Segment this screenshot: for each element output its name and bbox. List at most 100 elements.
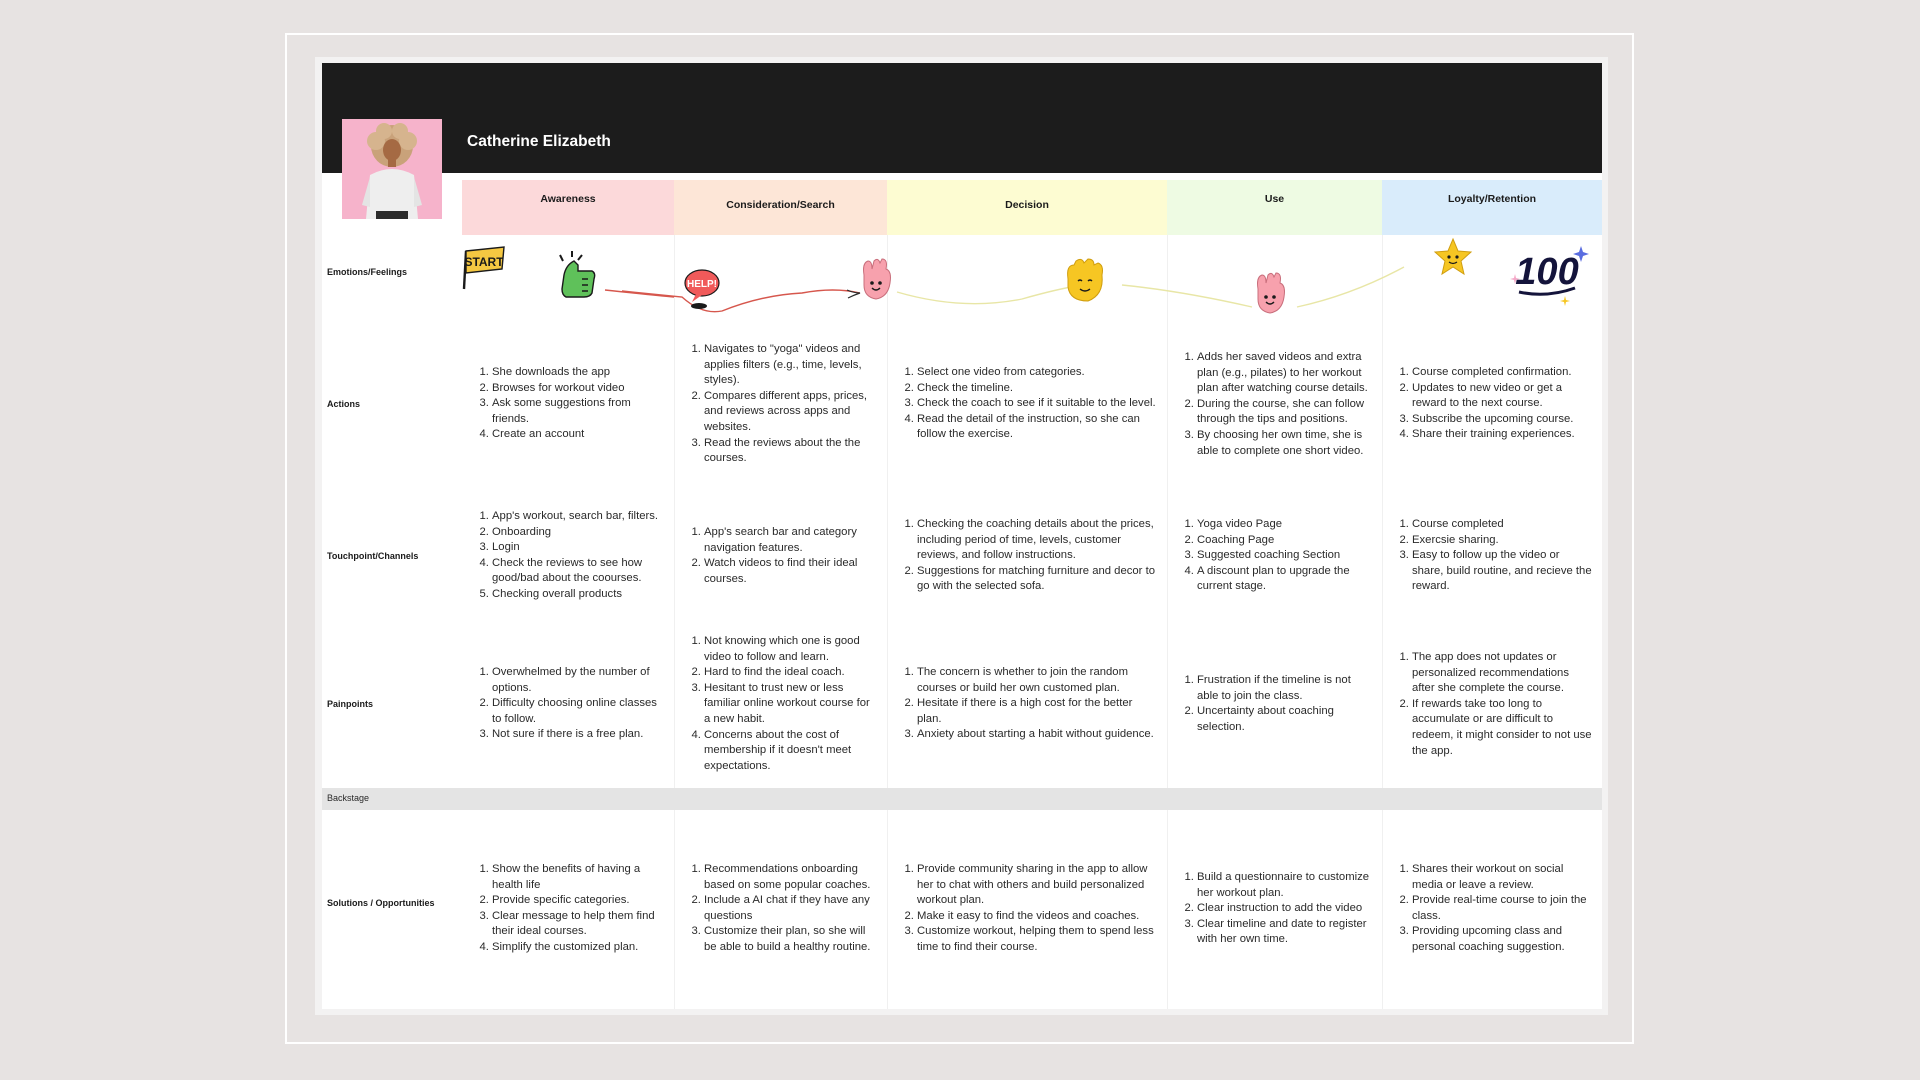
hundred-points-text: 100 (1515, 251, 1578, 293)
list-item: Include a AI chat if they have any quest… (704, 893, 879, 924)
painpoints-cell: The app does not updates or personalized… (1382, 650, 1602, 759)
painpoints-cell: The concern is whether to join the rando… (887, 665, 1167, 743)
list-item: Login (492, 540, 666, 556)
list-item: Adds her saved videos and extra plan (e.… (1197, 350, 1374, 397)
list-item: Customize their plan, so she will be abl… (704, 924, 879, 955)
actions-cell: She downloads the appBrowses for workout… (462, 365, 674, 443)
solutions-cell: Recommendations onboarding based on some… (674, 862, 887, 956)
list-item: Uncertainty about coaching selection. (1197, 704, 1374, 735)
painpoints-cell: Overwhelmed by the number of options.Dif… (462, 665, 674, 743)
phase-awareness: Awareness (462, 180, 674, 235)
row-label-painpoints: Painpoints (327, 699, 374, 709)
list-item: Customize workout, helping them to spend… (917, 924, 1159, 955)
list-item: Check the timeline. (917, 381, 1159, 397)
list-item: Course completed confirmation. (1412, 365, 1594, 381)
list-item: Select one video from categories. (917, 365, 1159, 381)
solutions-list: Recommendations onboarding based on some… (674, 862, 879, 956)
phase-label: Consideration/Search (726, 199, 835, 211)
header-bar (322, 63, 1602, 173)
list-item: Checking overall products (492, 587, 666, 603)
list-item: Frustration if the timeline is not able … (1197, 673, 1374, 704)
list-item: Exercsie sharing. (1412, 533, 1594, 549)
painpoints-list: The app does not updates or personalized… (1382, 650, 1594, 759)
list-item: The concern is whether to join the rando… (917, 665, 1159, 696)
list-item: If rewards take too long to accumulate o… (1412, 697, 1594, 759)
list-item: Coaching Page (1197, 533, 1374, 549)
ok-hand-icon (863, 258, 891, 300)
list-item: The app does not updates or personalized… (1412, 650, 1594, 697)
list-item: Overwhelmed by the number of options. (492, 665, 666, 696)
list-item: Hesitate if there is a high cost for the… (917, 696, 1159, 727)
list-item: Course completed (1412, 517, 1594, 533)
phase-loyalty: Loyalty/Retention (1382, 180, 1602, 235)
backstage-bar: Backstage (322, 788, 1602, 810)
actions-list: Navigates to "yoga" videos and applies f… (674, 342, 879, 467)
list-item: Yoga video Page (1197, 517, 1374, 533)
list-item: Clear timeline and date to register with… (1197, 917, 1374, 948)
list-item: Suggestions for matching furniture and d… (917, 564, 1159, 595)
persona-name: Catherine Elizabeth (467, 133, 611, 150)
list-item: App's workout, search bar, filters. (492, 509, 666, 525)
touchpoints-list: Yoga video PageCoaching PageSuggested co… (1167, 517, 1374, 595)
painpoints-cell: Frustration if the timeline is not able … (1167, 673, 1382, 735)
list-item: Check the coach to see if it suitable to… (917, 396, 1159, 412)
ok-hand-icon (1257, 272, 1285, 314)
list-item: Provide specific categories. (492, 893, 666, 909)
touchpoints-cell: App's workout, search bar, filters.Onboa… (462, 509, 674, 603)
painpoints-cell: Not knowing which one is good video to f… (674, 634, 887, 774)
solutions-cell: Shares their workout on social media or … (1382, 862, 1602, 956)
hundred-points-icon: 100 (1510, 246, 1589, 306)
solutions-cell: Build a questionnaire to customize her w… (1167, 870, 1382, 948)
row-label-touchpoints: Touchpoint/Channels (327, 551, 419, 561)
list-item: Hard to find the ideal coach. (704, 665, 879, 681)
list-item: Providing upcoming class and personal co… (1412, 924, 1594, 955)
solutions-list: Build a questionnaire to customize her w… (1167, 870, 1374, 948)
phase-consideration: Consideration/Search (674, 180, 887, 235)
list-item: Recommendations onboarding based on some… (704, 862, 879, 893)
actions-cell: Course completed confirmation.Updates to… (1382, 365, 1602, 443)
touchpoints-list: App's search bar and category navigation… (674, 525, 879, 587)
row-label-actions: Actions (327, 399, 361, 409)
list-item: Not sure if there is a free plan. (492, 727, 666, 743)
list-item: Difficulty choosing online classes to fo… (492, 696, 666, 727)
persona-avatar (342, 119, 442, 219)
phase-label: Awareness (540, 193, 596, 205)
list-item: Navigates to "yoga" videos and applies f… (704, 342, 879, 389)
phase-label: Loyalty/Retention (1447, 193, 1537, 205)
actions-list: Adds her saved videos and extra plan (e.… (1167, 350, 1374, 459)
list-item: By choosing her own time, she is able to… (1197, 428, 1374, 459)
list-item: Create an account (492, 427, 666, 443)
solutions-list: Provide community sharing in the app to … (887, 862, 1159, 956)
list-item: Browses for workout video (492, 381, 666, 397)
solutions-cell: Show the benefits of having a health lif… (462, 862, 674, 956)
persona-photo-icon (342, 119, 442, 219)
list-item: Hesitant to trust new or less familiar o… (704, 681, 879, 728)
phase-label: Decision (1005, 199, 1049, 211)
touchpoints-cell: App's search bar and category navigation… (674, 525, 887, 587)
star-icon (1433, 237, 1473, 276)
phase-label: Use (1264, 193, 1285, 205)
list-item: Ask some suggestions from friends. (492, 396, 666, 427)
list-item: Onboarding (492, 525, 666, 541)
list-item: Read the detail of the instruction, so s… (917, 412, 1159, 443)
list-item: Check the reviews to see how good/bad ab… (492, 556, 666, 587)
row-label-solutions: Solutions / Opportunities (327, 898, 435, 908)
list-item: Not knowing which one is good video to f… (704, 634, 879, 665)
list-item: Anxiety about starting a habit without g… (917, 727, 1159, 743)
list-item: Clear message to help them find their id… (492, 909, 666, 940)
waving-hand-icon (1067, 258, 1103, 302)
solutions-cell: Provide community sharing in the app to … (887, 862, 1167, 956)
list-item: Suggested coaching Section (1197, 548, 1374, 564)
list-item: Updates to new video or get a reward to … (1412, 381, 1594, 412)
painpoints-list: Not knowing which one is good video to f… (674, 634, 879, 774)
list-item: Checking the coaching details about the … (917, 517, 1159, 564)
list-item: Share their training experiences. (1412, 427, 1594, 443)
list-item: Provide community sharing in the app to … (917, 862, 1159, 909)
actions-cell: Adds her saved videos and extra plan (e.… (1167, 350, 1382, 459)
list-item: Compares different apps, prices, and rev… (704, 389, 879, 436)
actions-cell: Navigates to "yoga" videos and applies f… (674, 342, 887, 467)
touchpoints-list: Checking the coaching details about the … (887, 517, 1159, 595)
list-item: Easy to follow up the video or share, bu… (1412, 548, 1594, 595)
list-item: During the course, she can follow throug… (1197, 397, 1374, 428)
touchpoints-list: Course completedExercsie sharing.Easy to… (1382, 517, 1594, 595)
